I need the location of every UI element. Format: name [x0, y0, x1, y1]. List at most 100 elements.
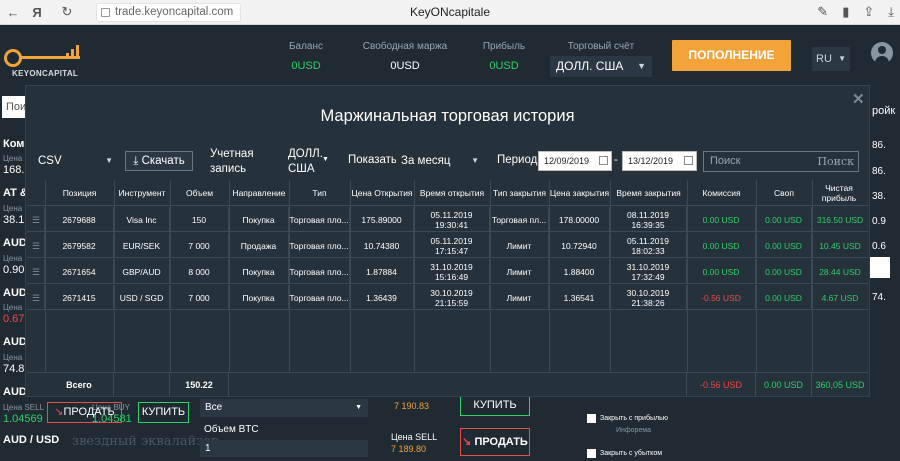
sell-button[interactable]: ↘ПРОДАТЬ	[47, 402, 122, 423]
instrument-price: 0.67	[3, 313, 25, 325]
keyoncapital-logo[interactable]: KEYONCAPITAL	[4, 43, 94, 81]
trading-account: Торговый счёт ДОЛЛ. США ▼	[550, 41, 652, 77]
totals-label: Всего	[45, 373, 114, 397]
right-value: 0.9	[872, 216, 886, 227]
lock-icon	[101, 8, 110, 17]
free-margin-value: 0USD	[390, 60, 420, 72]
totals-volume: 150.22	[170, 373, 229, 397]
download-icon[interactable]: ⤓	[888, 4, 894, 20]
right-value: 38.	[872, 191, 886, 202]
column-header[interactable]: Цена Открытия	[350, 180, 414, 206]
logo-text: KEYONCAPITAL	[12, 69, 79, 78]
column-header[interactable]: Тип	[289, 180, 350, 206]
close-icon[interactable]: ✕	[852, 90, 865, 108]
date-from-input[interactable]: 12/09/2019	[538, 151, 612, 171]
calendar-icon	[684, 156, 693, 165]
language-select[interactable]: RU ▼	[812, 47, 850, 71]
search-button[interactable]: Поиск	[817, 152, 854, 171]
instrument-symbol[interactable]: AUD	[3, 237, 27, 249]
instrument-price-label: Цена	[3, 204, 23, 213]
yandex-icon[interactable]: Я	[26, 5, 48, 20]
drag-handle-icon[interactable]: ☰	[32, 241, 40, 251]
volume-label: Объем BTC	[204, 424, 259, 435]
instrument-symbol[interactable]: AUD	[3, 336, 27, 348]
right-input[interactable]	[870, 257, 890, 278]
free-margin-stat: Свободная маржа 0USD	[362, 41, 448, 72]
order-panel: Цена SELL 1.04569 Цена BUY 1.04581 ↘ПРОД…	[0, 396, 900, 461]
right-value: 0.6	[872, 241, 886, 252]
column-header[interactable]: Комиссия	[687, 180, 756, 206]
table-header: Позиция Инструмент Объем Направление Тип…	[27, 180, 868, 206]
drag-handle-icon[interactable]: ☰	[32, 293, 40, 303]
app-header: KEYONCAPITAL Баланс 0USD Свободная маржа…	[0, 25, 900, 85]
watermark-text: звездный эквалайзер	[72, 434, 220, 449]
browser-toolbar: ← Я ↻ trade.keyoncapital.com KeyONcapita…	[0, 0, 900, 25]
column-header[interactable]: Направление	[229, 180, 289, 206]
refresh-icon[interactable]: ↻	[56, 4, 78, 20]
column-header[interactable]: Тип закрытия	[490, 180, 549, 206]
back-arrow-icon[interactable]: ←	[2, 5, 24, 20]
instrument-symbol[interactable]: AUD	[3, 287, 27, 299]
download-icon: ⤓	[133, 155, 139, 167]
chevron-down-icon: ▼	[105, 156, 113, 165]
date-to-input[interactable]: 13/12/2019	[622, 151, 697, 171]
sell-big-button[interactable]: ↘ ПРОДАТЬ	[460, 428, 530, 456]
account-select[interactable]: ДОЛЛ. США ▼	[550, 56, 652, 77]
drag-handle-icon[interactable]: ☰	[32, 267, 40, 277]
column-header[interactable]: Чистая прибыль	[812, 180, 866, 206]
instrument-price-label: Цена	[3, 303, 23, 312]
profit-stat: Прибыль 0USD	[476, 41, 532, 72]
right-panel-label: ройк	[872, 105, 896, 117]
column-header[interactable]: Время закрытия	[610, 180, 687, 206]
chevron-down-icon: ▼	[637, 61, 646, 71]
account-select[interactable]: ДОЛЛ. США ▼	[288, 147, 336, 177]
table-row[interactable]: ☰ 2671415 USD / SGD 7 000 Покупка Торгов…	[27, 285, 868, 310]
column-header[interactable]: Своп	[756, 180, 812, 206]
right-value: 86.	[872, 140, 886, 151]
account-label: Учетная запись	[210, 148, 254, 175]
instrument-price: 0.90	[3, 264, 25, 276]
buy-big-button[interactable]: КУПИТЬ	[460, 396, 530, 416]
balance-stat: Баланс 0USD	[278, 41, 334, 72]
modal-title: Маржинальная торговая история	[320, 107, 575, 125]
address-bar[interactable]: trade.keyoncapital.com	[96, 3, 241, 22]
history-search-input[interactable]: Поиск Поиск	[703, 151, 859, 172]
totals-net-profit: 360,05 USD	[815, 380, 865, 390]
bookmark-icon[interactable]: ▮	[842, 4, 849, 20]
column-header[interactable]: Инструмент	[114, 180, 170, 206]
period-label: Период	[497, 154, 538, 166]
instrument-price: 38.1	[3, 214, 25, 226]
filter-select[interactable]: Все ▼	[200, 399, 368, 417]
volume-input[interactable]: 1	[200, 440, 368, 457]
user-avatar-icon[interactable]	[871, 42, 893, 64]
format-select[interactable]: CSV ▼	[33, 151, 117, 171]
totals-swap: 0.00 USD	[756, 373, 812, 397]
show-label: Показать	[348, 154, 397, 166]
column-header[interactable]: Позиция	[45, 180, 114, 206]
history-table: Позиция Инструмент Объем Направление Тип…	[27, 180, 868, 372]
download-button[interactable]: ⤓ Скачать	[125, 151, 193, 171]
totals-row: Всего 150.22 -0.56 USD 0.00 USD 360,05 U…	[27, 372, 868, 397]
table-row[interactable]: ☰ 2679582 EUR/SEK 7 000 Продажа Торговая…	[27, 233, 868, 258]
totals-commission: -0.56 USD	[687, 373, 756, 397]
instrument-symbol[interactable]: AUD / USD	[3, 434, 59, 446]
instrument-price-label: Цена	[3, 353, 23, 362]
column-header[interactable]: Объем	[170, 180, 229, 206]
show-period-select[interactable]: За месяц ▼	[396, 151, 483, 171]
buy-button[interactable]: КУПИТЬ	[138, 402, 189, 423]
calendar-icon	[599, 156, 608, 165]
take-profit-checkbox[interactable]	[587, 414, 596, 423]
column-header[interactable]: Время открытия	[414, 180, 490, 206]
share-icon[interactable]: ⇪	[863, 4, 874, 20]
table-row[interactable]: ☰ 2671654 GBP/AUD 8 000 Покупка Торговая…	[27, 259, 868, 284]
instrument-symbol[interactable]: Ком	[3, 138, 24, 150]
deposit-button[interactable]: ПОПОЛНЕНИЕ	[672, 40, 791, 71]
table-row[interactable]: ☰ 2679688 Visa Inc 150 Покупка Торговая …	[27, 207, 868, 232]
instrument-price: 74.8	[3, 363, 25, 375]
wand-icon[interactable]: ✎	[817, 4, 828, 20]
instrument-price-label: Цена	[3, 154, 23, 163]
right-value: 86.	[872, 166, 886, 177]
drag-handle-icon[interactable]: ☰	[32, 215, 40, 225]
column-header[interactable]: Цена закрытия	[549, 180, 610, 206]
stop-loss-checkbox[interactable]	[587, 449, 596, 458]
